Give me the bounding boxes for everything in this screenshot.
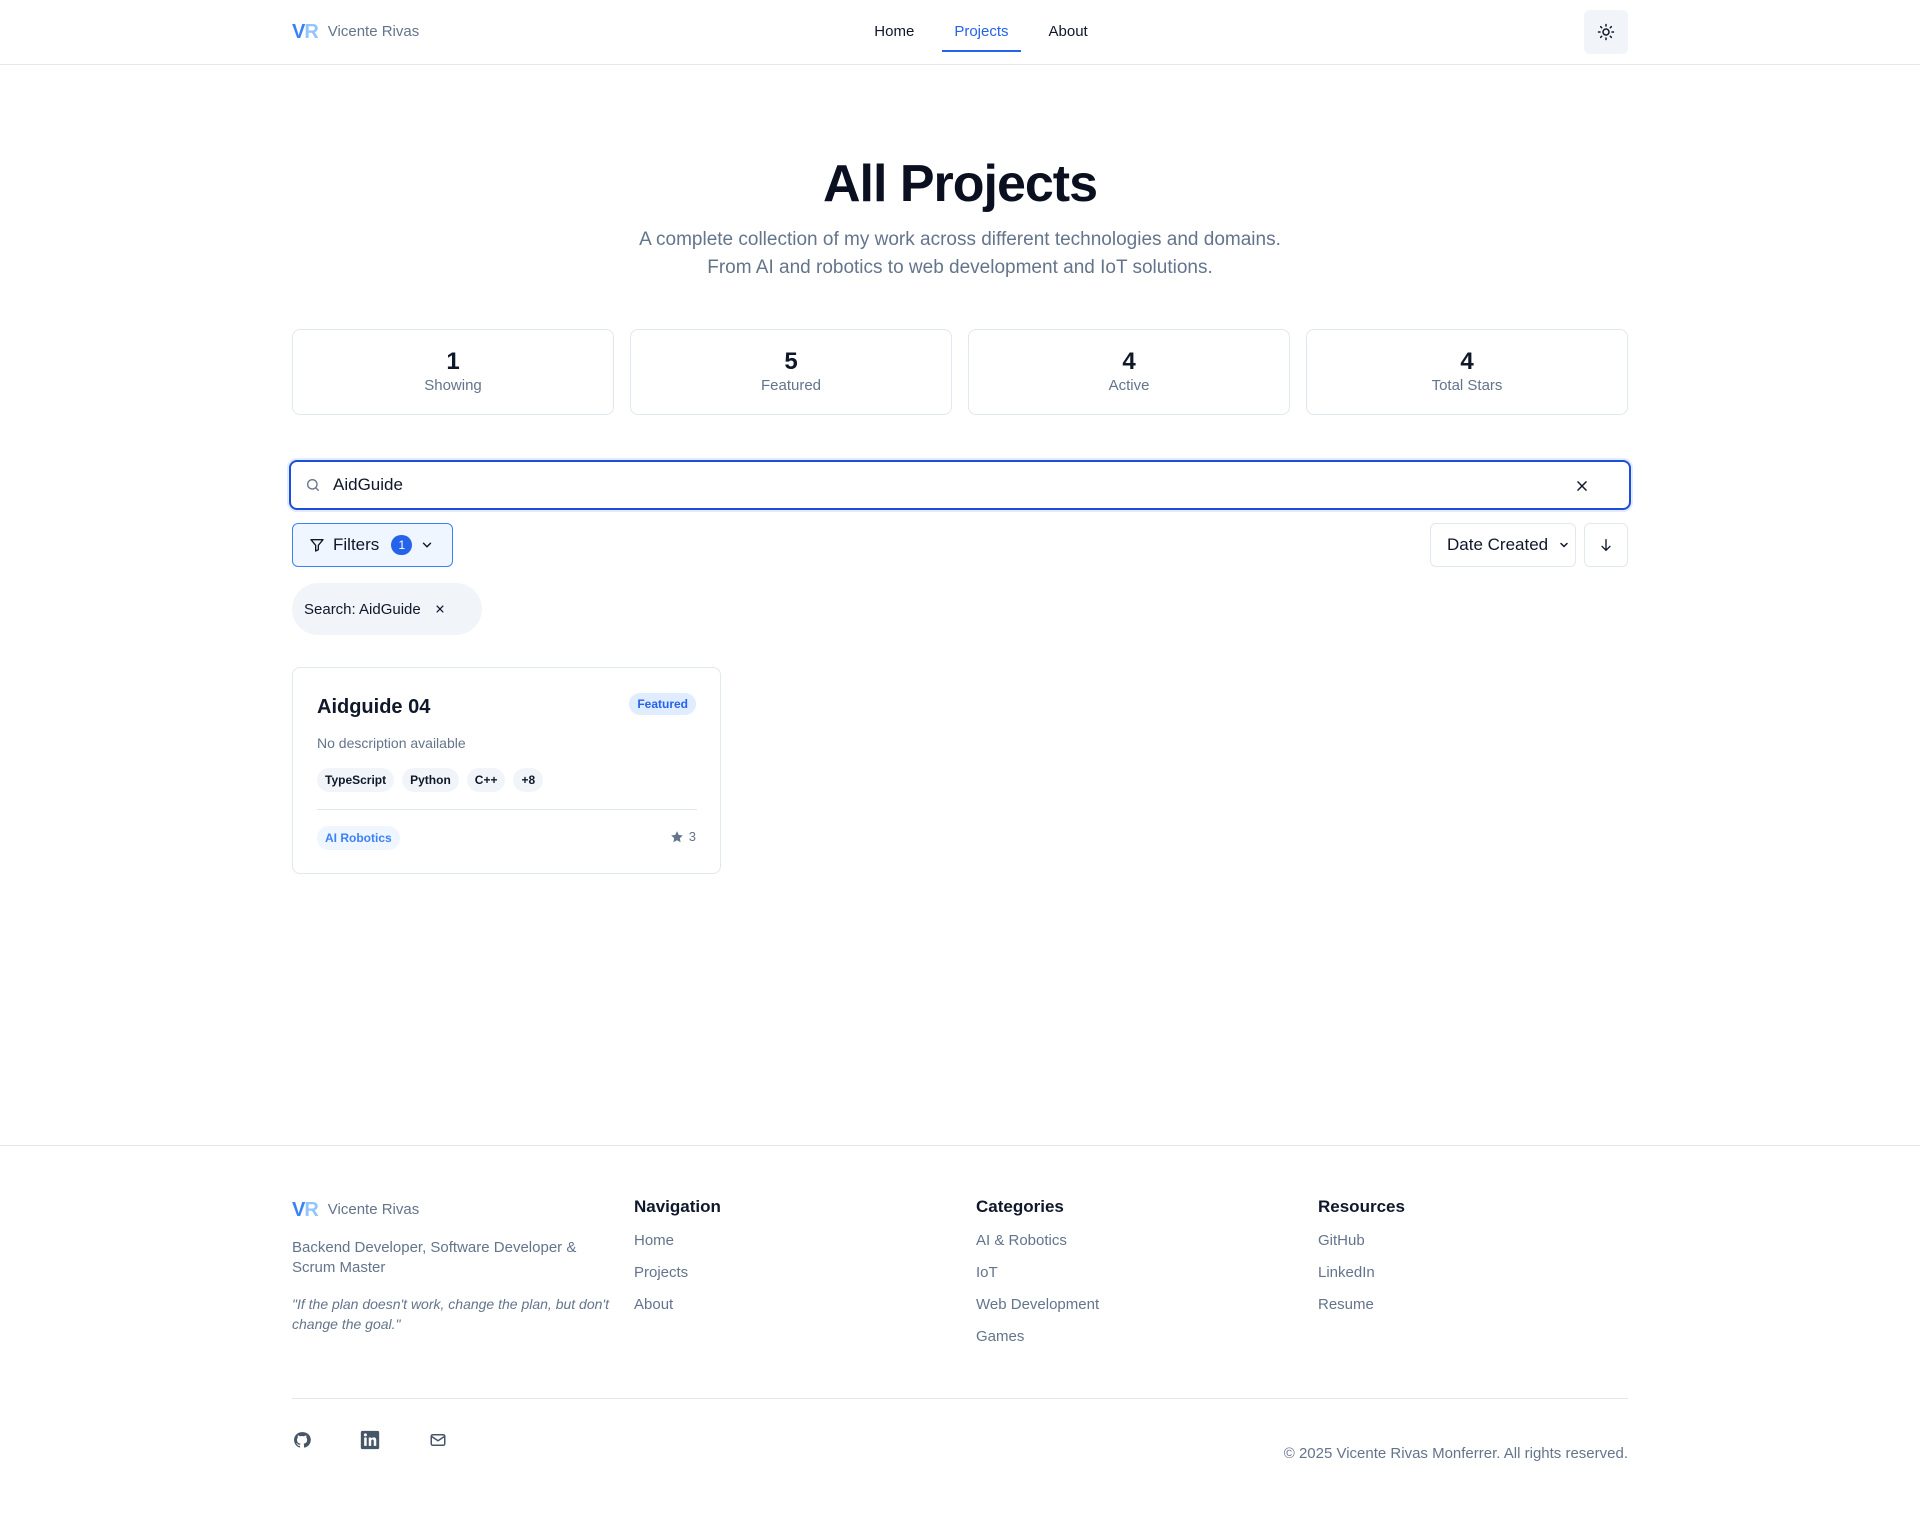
project-tags: TypeScript Python C++ +8 — [317, 768, 544, 792]
search-input[interactable] — [333, 470, 1533, 500]
tech-tag: Python — [402, 768, 459, 792]
chevron-down-icon — [1560, 542, 1568, 548]
filters-label: Filters — [333, 535, 380, 554]
footer-link-resume[interactable]: Resume — [1318, 1296, 1405, 1314]
stat-active: 4 Active — [968, 329, 1290, 415]
close-icon — [436, 605, 444, 613]
sort-select[interactable]: Date Created — [1430, 523, 1576, 567]
sort-select-value: Date Created — [1447, 535, 1549, 554]
category-badge: AI Robotics — [317, 826, 400, 850]
logo: VR — [292, 21, 319, 43]
close-icon — [1577, 481, 1587, 491]
filters-count-badge: 1 — [391, 535, 413, 555]
footer-link-about[interactable]: About — [634, 1296, 721, 1314]
stat-value: 5 — [784, 348, 798, 375]
active-filter-label: Search: AidGuide — [304, 600, 421, 618]
stat-featured: 5 Featured — [630, 329, 952, 415]
brand-name: Vicente Rivas — [327, 23, 420, 40]
footer-heading: Resources — [1318, 1197, 1405, 1216]
footer-quote: "If the plan doesn't work, change the pl… — [292, 1296, 609, 1332]
tech-tag: C++ — [466, 768, 506, 792]
footer-link-web-development[interactable]: Web Development — [976, 1296, 1099, 1314]
stat-label: Active — [1108, 377, 1150, 394]
stat-label: Total Stars — [1431, 377, 1503, 394]
sun-icon — [1597, 23, 1615, 41]
page-title: All Projects — [822, 155, 1098, 213]
linkedin-icon — [360, 1430, 380, 1450]
stat-value: 4 — [1460, 348, 1474, 375]
nav-about[interactable]: About — [1037, 18, 1100, 52]
star-icon — [670, 830, 683, 842]
stars-count: 3 — [688, 829, 696, 844]
stat-value: 1 — [446, 348, 460, 375]
social-links — [292, 1430, 448, 1450]
remove-filter-button[interactable] — [435, 604, 445, 614]
nav-home[interactable]: Home — [862, 18, 926, 52]
sort-direction-button[interactable] — [1584, 523, 1628, 567]
stat-label: Showing — [424, 377, 482, 394]
stat-showing: 1 Showing — [292, 329, 614, 415]
mail-icon — [430, 1434, 446, 1446]
footer-heading: Categories — [976, 1197, 1064, 1216]
footer-logo: VR — [292, 1199, 319, 1221]
nav-projects[interactable]: Projects — [942, 18, 1021, 52]
footer-navigation: Navigation Home Projects About — [634, 1196, 721, 1328]
project-description: No description available — [317, 735, 466, 751]
footer-link-projects[interactable]: Projects — [634, 1264, 721, 1282]
site-footer: VR Vicente Rivas Backend Developer, Soft… — [0, 1145, 1920, 1523]
footer-link-iot[interactable]: IoT — [976, 1264, 1099, 1282]
stats-row: 1 Showing 5 Featured 4 Active 4 Total St… — [292, 329, 1628, 415]
footer-link-games[interactable]: Games — [976, 1328, 1099, 1346]
filter-icon — [310, 539, 324, 552]
arrow-down-icon — [1601, 539, 1611, 552]
project-stars: 3 — [670, 829, 696, 844]
featured-badge: Featured — [629, 693, 696, 715]
footer-brand: VR Vicente Rivas — [292, 1198, 419, 1222]
footer-resources: Resources GitHub LinkedIn Resume — [1318, 1196, 1405, 1328]
copyright-text: © 2025 Vicente Rivas Monferrer. All righ… — [1283, 1445, 1628, 1462]
footer-link-github[interactable]: GitHub — [1318, 1232, 1405, 1250]
site-header: VR Vicente Rivas Home Projects About — [0, 0, 1920, 65]
theme-toggle-button[interactable] — [1584, 10, 1628, 54]
main-nav: Home Projects About — [0, 18, 1920, 52]
page-subtitle: A complete collection of my work across … — [639, 229, 1281, 278]
project-card[interactable]: Aidguide 04 Featured No description avai… — [292, 667, 721, 874]
footer-brand-name: Vicente Rivas — [327, 1201, 420, 1218]
github-icon — [294, 1432, 311, 1448]
project-title: Aidguide 04 — [317, 696, 431, 718]
footer-divider — [292, 1398, 1628, 1399]
stat-value: 4 — [1122, 348, 1136, 375]
search-icon — [307, 479, 319, 491]
stat-total-stars: 4 Total Stars — [1306, 329, 1628, 415]
footer-heading: Navigation — [634, 1197, 721, 1216]
chevron-down-icon — [423, 542, 432, 548]
card-divider — [317, 809, 697, 810]
more-tags-tag: +8 — [513, 768, 544, 792]
filters-button[interactable]: Filters 1 — [292, 523, 453, 567]
linkedin-link[interactable] — [360, 1430, 380, 1450]
stat-label: Featured — [760, 377, 822, 394]
github-link[interactable] — [292, 1430, 312, 1450]
active-filter-chip: Search: AidGuide — [292, 583, 482, 635]
clear-search-button[interactable] — [1571, 475, 1593, 497]
email-link[interactable] — [428, 1430, 448, 1450]
footer-link-linkedin[interactable]: LinkedIn — [1318, 1264, 1405, 1282]
footer-link-home[interactable]: Home — [634, 1232, 721, 1250]
footer-link-ai-robotics[interactable]: AI & Robotics — [976, 1232, 1099, 1250]
tech-tag: TypeScript — [317, 768, 395, 792]
footer-categories: Categories AI & Robotics IoT Web Develop… — [976, 1196, 1099, 1360]
search-box — [289, 460, 1631, 510]
footer-role: Backend Developer, Software Developer & … — [292, 1239, 577, 1276]
brand-link[interactable]: VR Vicente Rivas — [292, 20, 419, 44]
